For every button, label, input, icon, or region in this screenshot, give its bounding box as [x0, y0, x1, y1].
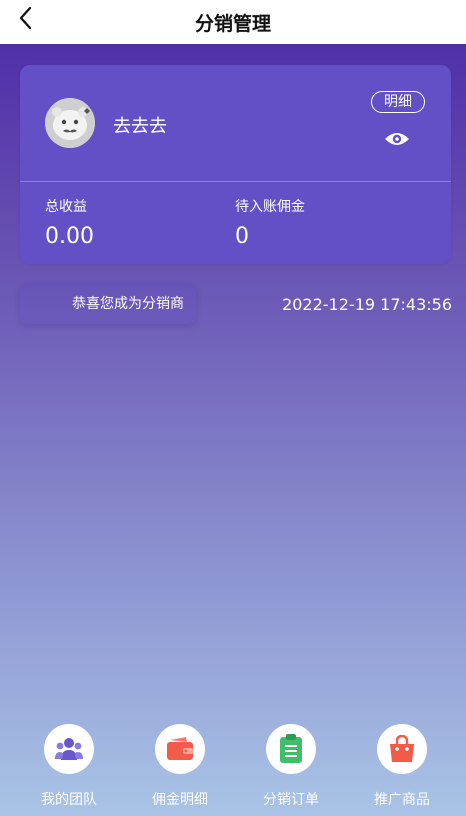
toggle-visibility-button[interactable] — [383, 128, 411, 150]
pending-commission[interactable]: 待入账佣金 0 — [235, 196, 305, 249]
back-button[interactable] — [12, 4, 40, 32]
avatar-image — [45, 98, 95, 148]
menu-label: 推广商品 — [374, 792, 430, 808]
notice-banner: 恭喜您成为分销商 — [20, 284, 196, 324]
username: 去去去 — [113, 116, 167, 137]
profile-card: 去去去 明细 总收益 0.00 待入账佣金 0 — [20, 65, 451, 264]
menu-item-my-team[interactable]: 我的团队 — [19, 724, 119, 809]
menu-icon-circle — [155, 724, 205, 774]
notice-timestamp: 2022-12-19 17:43:56 — [282, 295, 452, 314]
shopping-bag-icon — [390, 735, 414, 762]
pending-commission-value: 0 — [235, 224, 249, 249]
menu-item-commission-details[interactable]: 佣金明细 — [130, 724, 230, 809]
page-title: 分销管理 — [194, 12, 271, 35]
menu-label: 分销订单 — [263, 792, 319, 808]
bottom-menu: 我的团队 佣金明细 分销订单 推广商品 — [0, 724, 466, 814]
menu-icon-circle — [377, 724, 427, 774]
pending-commission-label: 待入账佣金 — [235, 199, 305, 215]
clipboard-icon — [280, 734, 302, 763]
top-bar: 分销管理 — [0, 0, 466, 44]
menu-label: 我的团队 — [41, 792, 97, 808]
wallet-icon — [167, 737, 193, 760]
menu-label: 佣金明细 — [152, 792, 208, 808]
total-income[interactable]: 总收益 0.00 — [45, 196, 94, 249]
menu-icon-circle — [266, 724, 316, 774]
menu-icon-circle — [44, 724, 94, 774]
chevron-left-icon — [19, 6, 32, 30]
total-income-value: 0.00 — [45, 224, 94, 249]
avatar[interactable] — [45, 98, 95, 148]
team-icon — [55, 738, 83, 760]
total-income-label: 总收益 — [45, 199, 87, 215]
eye-icon — [385, 133, 409, 145]
menu-item-promote-products[interactable]: 推广商品 — [352, 724, 452, 809]
card-divider — [20, 181, 451, 182]
details-button[interactable]: 明细 — [371, 91, 425, 113]
menu-item-distribution-orders[interactable]: 分销订单 — [241, 724, 341, 809]
